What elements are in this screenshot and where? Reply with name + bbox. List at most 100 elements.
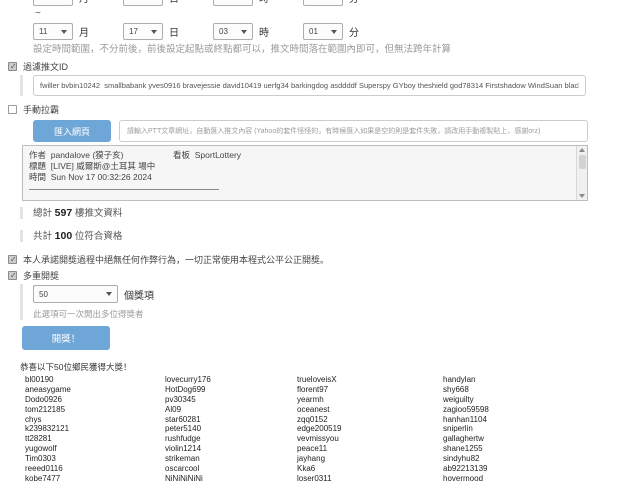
winner-id: HotDog699: [165, 385, 297, 395]
import-page-button[interactable]: 匯入網頁: [33, 120, 111, 142]
ptt-url-input[interactable]: [119, 120, 588, 142]
hour-unit-label: 時: [259, 24, 269, 39]
pledge-checkbox-row[interactable]: 本人承諾開獎過程中絕無任何作弊行為，一切正常使用本程式公平公正開獎。: [8, 254, 640, 264]
multi-draw-checkbox[interactable]: [8, 271, 17, 280]
winner-id: lovecurry176: [165, 375, 297, 385]
winner-id: bl00190: [25, 375, 165, 385]
winner-column: lovecurry176HotDog699pv30345Al09star6028…: [165, 375, 297, 483]
winner-id: rushfudge: [165, 434, 297, 444]
winner-id: vevmissyou: [297, 434, 443, 444]
chevron-down-icon: [106, 292, 112, 296]
winner-id: sniperlin: [443, 424, 640, 434]
multi-draw-label: 多重開獎: [23, 269, 59, 282]
winner-id: ab92213139: [443, 464, 640, 474]
end-month-select[interactable]: 11: [33, 23, 73, 40]
winner-id: chys: [25, 415, 165, 425]
winner-id: reeed0116: [25, 464, 165, 474]
draw-button[interactable]: 開獎！: [22, 326, 110, 350]
article-separator-line: [29, 189, 219, 190]
textarea-scrollbar[interactable]: [576, 146, 587, 200]
winner-id: kobe7477: [25, 474, 165, 483]
winner-id: tom212185: [25, 405, 165, 415]
winner-id: pv30345: [165, 395, 297, 405]
filter-id-checkbox[interactable]: [8, 62, 17, 71]
month-unit-label: 月: [79, 0, 89, 5]
month-unit-label: 月: [79, 24, 89, 39]
start-hour-select[interactable]: [213, 0, 253, 6]
multi-draw-checkbox-row[interactable]: 多重開獎: [8, 270, 640, 280]
winner-id: handylan: [443, 375, 640, 385]
prize-count-select[interactable]: 50: [33, 285, 118, 303]
article-author: 作者 pandalove (獏子亥): [29, 150, 173, 161]
pledge-label: 本人承諾開獎過程中絕無任何作弊行為，一切正常使用本程式公平公正開獎。: [23, 253, 329, 266]
winner-column: trueloveisXflorent97yearmhoceanestzqq015…: [297, 375, 443, 483]
filter-id-checkbox-row[interactable]: 過濾推文ID: [8, 61, 640, 71]
winner-id: weiguilty: [443, 395, 640, 405]
filter-id-label: 過濾推文ID: [23, 60, 68, 73]
prize-count-unit-label: 個獎項: [124, 287, 154, 302]
results-heading: 恭喜以下50位鄉民獲得大獎！: [20, 362, 640, 372]
winner-id: jayhang: [297, 454, 443, 464]
article-title: 標題 [LIVE] 威爾斯@土耳其 場中: [29, 161, 571, 172]
scrollbar-thumb[interactable]: [579, 155, 586, 169]
total-comments-count: 597: [55, 207, 73, 219]
scroll-up-icon[interactable]: [579, 148, 585, 152]
winner-id: florent97: [297, 385, 443, 395]
end-minute-value: 01: [309, 27, 318, 36]
time-range-tilde: ~: [35, 8, 640, 20]
winner-id: aneasygame: [25, 385, 165, 395]
day-unit-label: 日: [169, 0, 179, 5]
winners-grid: bl00190aneasygameDodo0926tom212185chysk2…: [25, 375, 640, 483]
winner-column: bl00190aneasygameDodo0926tom212185chysk2…: [25, 375, 165, 483]
hour-unit-label: 時: [259, 0, 269, 5]
winner-id: Kka6: [297, 464, 443, 474]
datetime-row-start-clipped: 月 日 時 分: [0, 0, 640, 7]
start-day-select[interactable]: [123, 0, 163, 6]
qualified-count-row: 共計 100 位符合資格: [20, 230, 640, 242]
minute-unit-label: 分: [349, 0, 359, 5]
chevron-down-icon: [241, 30, 247, 34]
winner-id: peter5140: [165, 424, 297, 434]
article-header-row: 作者 pandalove (獏子亥) 看板 SportLottery: [29, 150, 571, 161]
multi-draw-note: 此選項可一次開出多位得獎者: [33, 308, 640, 320]
filter-id-section: [20, 75, 640, 96]
winner-id: strikeman: [165, 454, 297, 464]
end-hour-select[interactable]: 03: [213, 23, 253, 40]
manual-checkbox-row[interactable]: 手動拉霸: [8, 104, 640, 114]
article-content-textarea[interactable]: 作者 pandalove (獏子亥) 看板 SportLottery 標題 [L…: [22, 145, 588, 201]
multi-draw-section: 50 個獎項 此選項可一次開出多位得獎者: [20, 284, 640, 320]
pledge-checkbox[interactable]: [8, 255, 17, 264]
winner-id: shy668: [443, 385, 640, 395]
end-minute-select[interactable]: 01: [303, 23, 343, 40]
scroll-down-icon[interactable]: [579, 194, 585, 198]
manual-checkbox[interactable]: [8, 105, 17, 114]
datetime-row-end: 11 月 17 日 03 時 01 分: [0, 23, 640, 40]
winner-id: violin1214: [165, 444, 297, 454]
winner-id: sindyhu82: [443, 454, 640, 464]
winner-id: Dodo0926: [25, 395, 165, 405]
minute-unit-label: 分: [349, 24, 359, 39]
chevron-down-icon: [331, 30, 337, 34]
qualified-count: 100: [55, 230, 73, 242]
manual-label: 手動拉霸: [23, 103, 59, 116]
winner-id: gallaghertw: [443, 434, 640, 444]
winner-id: oceanest: [297, 405, 443, 415]
chevron-down-icon: [61, 30, 67, 34]
winner-id: zqq0152: [297, 415, 443, 425]
time-range-help-text: 設定時間範圍，不分前後，前後設定起點或終點都可以，推文時間落在範圍內即可，但無法…: [33, 44, 640, 55]
article-time: 時間 Sun Nov 17 00:32:26 2024: [29, 172, 571, 183]
total-comments-row: 總計 597 樓推文資料: [20, 207, 640, 219]
winner-id: edge200519: [297, 424, 443, 434]
day-unit-label: 日: [169, 24, 179, 39]
end-day-select[interactable]: 17: [123, 23, 163, 40]
article-board: 看板 SportLottery: [173, 150, 241, 161]
filter-id-input[interactable]: [33, 75, 586, 96]
prize-count-value: 50: [39, 290, 48, 299]
start-minute-select[interactable]: [303, 0, 343, 6]
winner-id: trueloveisX: [297, 375, 443, 385]
winner-id: star60281: [165, 415, 297, 425]
start-month-select[interactable]: [33, 0, 73, 6]
winner-id: oscarcool: [165, 464, 297, 474]
winner-id: k239832121: [25, 424, 165, 434]
chevron-down-icon: [151, 30, 157, 34]
